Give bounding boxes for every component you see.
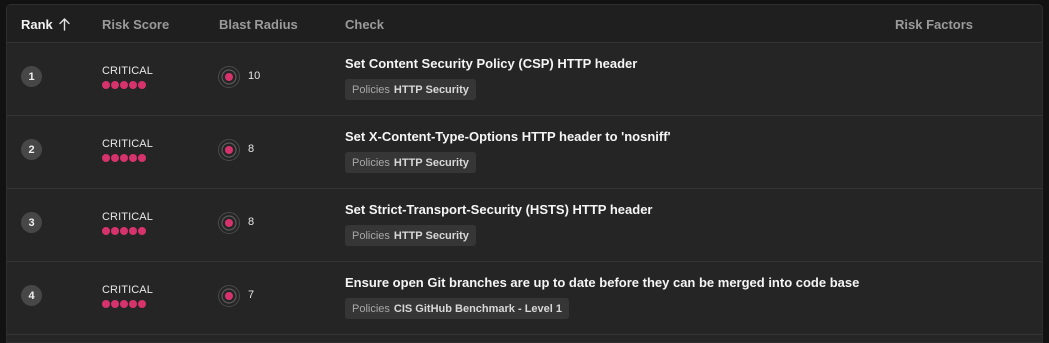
policy-tag-prefix: Policies [352,156,390,169]
risk-dot-icon [120,300,128,308]
blast-radius-icon [217,211,241,235]
risk-dot-icon [111,81,119,89]
policy-tag-prefix: Policies [352,302,390,315]
checks-table: Rank Risk Score Blast Radius Check Risk … [6,4,1043,343]
policy-tag-prefix: Policies [352,83,390,96]
policy-tag-name: HTTP Security [393,229,469,242]
risk-dot-icon [129,300,137,308]
rank-column-header[interactable]: Rank [21,17,70,32]
risk-dot-icon [111,154,119,162]
blast-radius-value: 7 [248,289,255,301]
blast-radius-value: 8 [248,143,255,155]
risk-level-dots [102,300,146,308]
check-title-link[interactable]: Set Content Security Policy (CSP) HTTP h… [345,56,637,71]
risk-dot-icon [102,300,110,308]
risk-dot-icon [120,227,128,235]
rank-badge: 2 [21,139,42,160]
rank-header-label: Rank [21,17,53,32]
check-title-link[interactable]: Set X-Content-Type-Options HTTP header t… [345,129,671,144]
policy-tag[interactable]: Policies HTTP Security [345,152,476,173]
risk-factors-column-header[interactable]: Risk Factors [895,17,973,32]
risk-level-dots [102,81,146,89]
table-row[interactable]: 4 CRITICAL 7 Ensure open Git branches are u… [7,262,1042,335]
policy-tag[interactable]: Policies HTTP Security [345,225,476,246]
risk-dot-icon [120,81,128,89]
risk-level-dots [102,154,146,162]
risk-dot-icon [138,227,146,235]
risk-level-dots [102,227,146,235]
policy-tag-prefix: Policies [352,229,390,242]
blast-radius-column-header[interactable]: Blast Radius [219,17,298,32]
check-title-link[interactable]: Ensure open Git branches are up to date … [345,275,859,290]
risk-dot-icon [129,81,137,89]
blast-radius-value: 8 [248,216,255,228]
check-column-header[interactable]: Check [345,17,384,32]
risk-dot-icon [129,154,137,162]
risk-score-label: CRITICAL [102,138,153,150]
risk-dot-icon [138,300,146,308]
risk-score-label: CRITICAL [102,65,153,77]
policy-tag-name: HTTP Security [393,83,469,96]
risk-score-column-header[interactable]: Risk Score [102,17,169,32]
risk-dot-icon [102,154,110,162]
arrow-up-icon[interactable] [59,18,70,31]
blast-radius-icon [217,65,241,89]
check-title-link[interactable]: Set Strict-Transport-Security (HSTS) HTT… [345,202,653,217]
risk-score-label: CRITICAL [102,211,153,223]
blast-radius-icon [217,138,241,162]
blast-radius-value: 10 [248,70,261,82]
rank-badge: 1 [21,66,42,87]
rank-badge: 3 [21,212,42,233]
table-header: Rank Risk Score Blast Radius Check Risk … [7,5,1042,43]
table-row[interactable]: 3 CRITICAL 8 Set Strict-Transport-Security … [7,189,1042,262]
risk-dot-icon [102,227,110,235]
risk-dot-icon [120,154,128,162]
policy-tag[interactable]: Policies HTTP Security [345,79,476,100]
policy-tag[interactable]: Policies CIS GitHub Benchmark - Level 1 [345,298,570,319]
risk-dot-icon [129,227,137,235]
blast-radius-icon [217,284,241,308]
rank-badge: 4 [21,285,42,306]
table-row[interactable]: 2 CRITICAL 8 Set X-Content-Type-Options HTT… [7,116,1042,189]
risk-dot-icon [111,300,119,308]
risk-dot-icon [138,81,146,89]
risk-dot-icon [102,81,110,89]
policy-tag-name: CIS GitHub Benchmark - Level 1 [393,302,563,315]
risk-dot-icon [138,154,146,162]
risk-score-label: CRITICAL [102,284,153,296]
policy-tag-name: HTTP Security [393,156,469,169]
risk-dot-icon [111,227,119,235]
table-row[interactable]: 1 CRITICAL 10 Set Content Security Policy (… [7,43,1042,116]
